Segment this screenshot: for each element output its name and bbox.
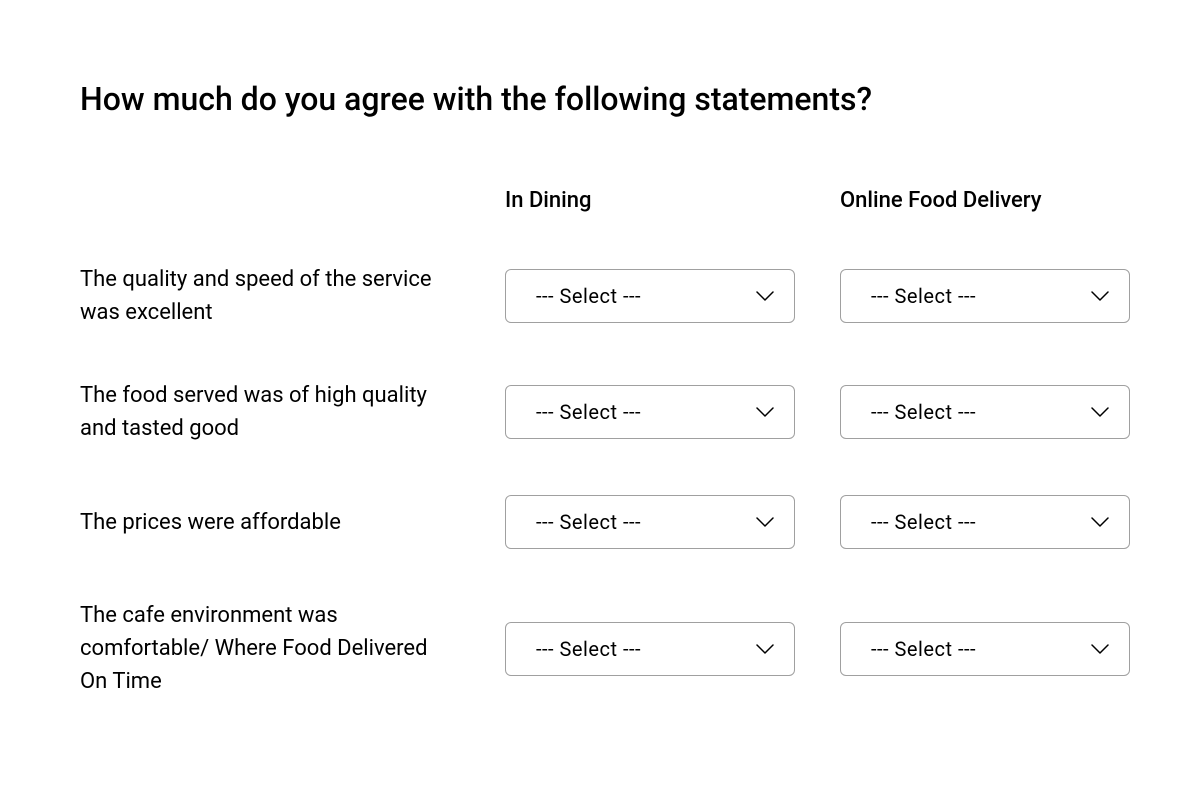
select-placeholder: --- Select ---	[536, 284, 641, 308]
chevron-down-icon	[756, 291, 774, 301]
chevron-down-icon	[1091, 517, 1109, 527]
statement-row-3: The cafe environment was comfortable/ Wh…	[80, 599, 460, 698]
chevron-down-icon	[756, 517, 774, 527]
chevron-down-icon	[756, 644, 774, 654]
select-placeholder: --- Select ---	[871, 400, 976, 424]
column-header-online-delivery: Online Food Delivery	[840, 188, 1130, 213]
select-placeholder: --- Select ---	[536, 510, 641, 534]
statement-row-1: The food served was of high quality and …	[80, 379, 460, 445]
select-row-1-col-0[interactable]: --- Select ---	[505, 385, 795, 439]
select-row-1-col-1[interactable]: --- Select ---	[840, 385, 1130, 439]
select-placeholder: --- Select ---	[871, 637, 976, 661]
chevron-down-icon	[1091, 644, 1109, 654]
select-row-0-col-0[interactable]: --- Select ---	[505, 269, 795, 323]
question-title: How much do you agree with the following…	[80, 80, 1104, 118]
select-placeholder: --- Select ---	[871, 510, 976, 534]
chevron-down-icon	[1091, 291, 1109, 301]
select-row-3-col-1[interactable]: --- Select ---	[840, 622, 1130, 676]
select-row-2-col-1[interactable]: --- Select ---	[840, 495, 1130, 549]
column-header-in-dining: In Dining	[505, 188, 795, 213]
select-row-0-col-1[interactable]: --- Select ---	[840, 269, 1130, 323]
matrix-grid: In Dining Online Food Delivery The quali…	[80, 188, 1104, 698]
select-placeholder: --- Select ---	[536, 637, 641, 661]
chevron-down-icon	[756, 407, 774, 417]
select-placeholder: --- Select ---	[536, 400, 641, 424]
chevron-down-icon	[1091, 407, 1109, 417]
statement-row-0: The quality and speed of the service was…	[80, 263, 460, 329]
select-row-3-col-0[interactable]: --- Select ---	[505, 622, 795, 676]
select-row-2-col-0[interactable]: --- Select ---	[505, 495, 795, 549]
statement-row-2: The prices were affordable	[80, 506, 460, 539]
select-placeholder: --- Select ---	[871, 284, 976, 308]
